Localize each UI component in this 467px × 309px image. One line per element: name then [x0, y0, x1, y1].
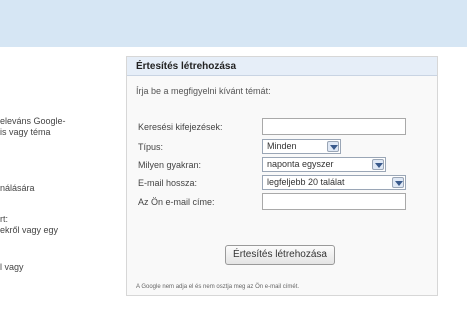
left-text-line: ekről vagy egy — [0, 225, 59, 235]
search-terms-input[interactable] — [262, 118, 406, 135]
privacy-footnote: A Google nem adja el és nem osztja meg a… — [136, 284, 300, 290]
chevron-down-icon — [372, 159, 384, 170]
frequency-select-value: naponta egyszer — [267, 159, 334, 169]
email-address-label: Az Ön e-mail címe: — [138, 197, 215, 207]
frequency-label: Milyen gyakran: — [138, 160, 202, 170]
left-text-line: nálására — [0, 183, 35, 193]
top-banner — [0, 0, 467, 47]
left-text-line: l vagy — [0, 262, 24, 272]
create-alert-panel: Értesítés létrehozása Írja be a megfigye… — [126, 56, 438, 296]
create-alert-button[interactable]: Értesítés létrehozása — [225, 245, 335, 265]
chevron-down-icon — [392, 177, 404, 188]
type-select[interactable]: Minden — [262, 139, 341, 154]
email-length-select-value: legfeljebb 20 találat — [267, 177, 345, 187]
email-address-input[interactable] — [262, 193, 406, 210]
frequency-select[interactable]: naponta egyszer — [262, 157, 386, 172]
type-label: Típus: — [138, 142, 164, 152]
type-select-value: Minden — [267, 141, 297, 151]
left-text-line: is vagy téma — [0, 127, 51, 137]
chevron-down-icon — [327, 141, 339, 152]
panel-header: Értesítés létrehozása — [127, 57, 437, 76]
panel-title: Értesítés létrehozása — [136, 61, 237, 72]
email-length-select[interactable]: legfeljebb 20 találat — [262, 175, 406, 190]
search-terms-label: Keresési kifejezések: — [138, 122, 223, 132]
instruction-text: Írja be a megfigyelni kívánt témát: — [136, 86, 271, 96]
email-length-label: E-mail hossza: — [138, 178, 198, 188]
